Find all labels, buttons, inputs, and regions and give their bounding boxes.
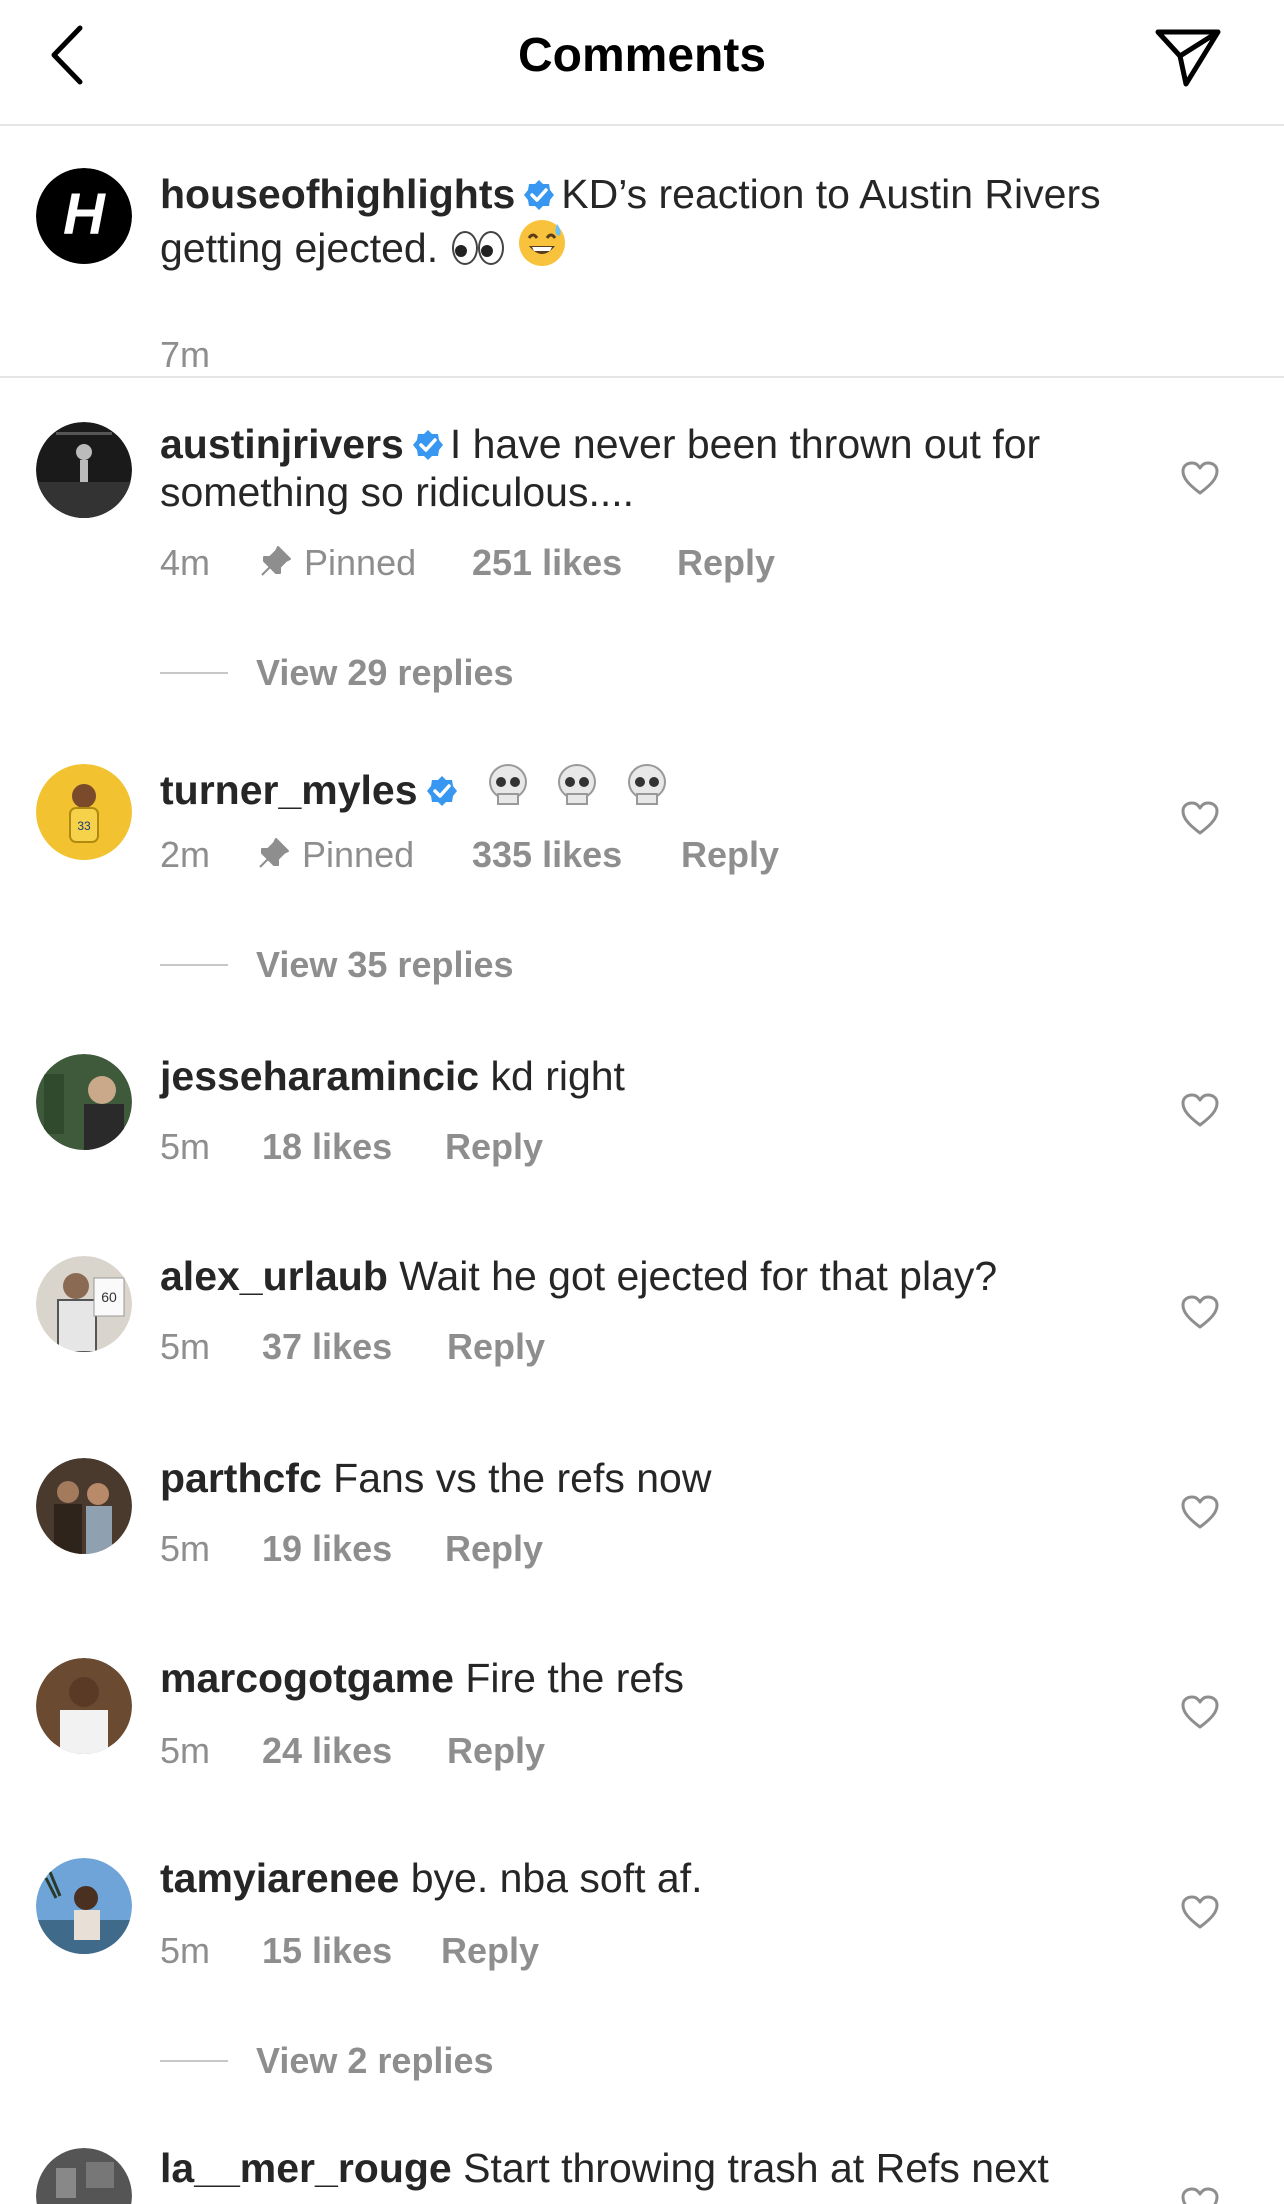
comment-body: bye. nba soft af. xyxy=(410,1855,703,1901)
comment-text: la__mer_rouge Start throwing trash at Re… xyxy=(160,2144,1170,2192)
caption-time: 7m xyxy=(160,334,211,375)
heart-icon[interactable] xyxy=(1180,800,1220,836)
heart-icon[interactable] xyxy=(1180,1294,1220,1330)
likes-count[interactable]: 335 likes xyxy=(472,834,622,876)
heart-icon[interactable] xyxy=(1180,1092,1220,1128)
skull-emoji-icon xyxy=(488,764,527,805)
caption-username[interactable]: houseofhighlights xyxy=(160,171,515,217)
comment-username[interactable]: marcogotgame xyxy=(160,1655,454,1701)
comment-time: 5m xyxy=(160,1528,211,1569)
heart-icon[interactable] xyxy=(1180,1694,1220,1730)
reply-button[interactable]: Reply xyxy=(447,1326,545,1368)
page-title: Comments xyxy=(517,29,767,82)
comment-time: 5m xyxy=(160,1326,211,1367)
comment-username[interactable]: tamyiarenee xyxy=(160,1855,399,1901)
view-replies-label: View 2 replies xyxy=(256,2040,494,2081)
avatar[interactable] xyxy=(36,1458,132,1554)
likes-count[interactable]: 19 likes xyxy=(262,1528,392,1570)
avatar[interactable] xyxy=(36,2148,132,2204)
pinned-label: Pinned xyxy=(258,542,416,584)
reply-button[interactable]: Reply xyxy=(441,1930,539,1972)
reply-button[interactable]: Reply xyxy=(445,1126,543,1168)
comment-username[interactable]: parthcfc xyxy=(160,1455,322,1501)
comment-time: 4m xyxy=(160,542,211,583)
header-bar: Comments xyxy=(0,0,1284,126)
avatar[interactable] xyxy=(36,1054,132,1150)
comment-body: Fans vs the refs now xyxy=(333,1455,712,1501)
avatar[interactable] xyxy=(36,1658,132,1754)
reply-button[interactable]: Reply xyxy=(677,542,775,584)
comment-body: kd right xyxy=(490,1053,625,1099)
likes-count[interactable]: 37 likes xyxy=(262,1326,392,1368)
verified-badge-icon xyxy=(412,430,443,460)
comment-text: parthcfc Fans vs the refs now xyxy=(160,1454,1170,1502)
comment-text: jesseharamincic kd right xyxy=(160,1052,1170,1100)
pin-icon xyxy=(261,546,291,576)
avatar[interactable]: 60 xyxy=(36,1256,132,1352)
verified-badge-icon xyxy=(524,180,555,210)
comment-username[interactable]: alex_urlaub xyxy=(160,1253,388,1299)
heart-icon[interactable] xyxy=(1180,1894,1220,1930)
comment-username[interactable]: austinjrivers xyxy=(160,421,404,467)
svg-text:33: 33 xyxy=(77,819,91,833)
reply-button[interactable]: Reply xyxy=(681,834,779,876)
skull-emoji-icon xyxy=(558,764,597,805)
heart-icon[interactable] xyxy=(1180,460,1220,496)
heart-icon[interactable] xyxy=(1180,1494,1220,1530)
comment-text: alex_urlaub Wait he got ejected for that… xyxy=(160,1252,1170,1300)
avatar[interactable] xyxy=(36,1858,132,1954)
svg-text:60: 60 xyxy=(101,1289,117,1305)
share-button[interactable] xyxy=(1150,22,1226,92)
replies-divider xyxy=(160,2060,228,2062)
comment-username[interactable]: jesseharamincic xyxy=(160,1053,479,1099)
comment-username[interactable]: turner_myles xyxy=(160,767,418,813)
comment-text: austinjrivers I have never been thrown ou… xyxy=(160,420,1170,516)
skull-emoji-icon xyxy=(627,764,666,805)
svg-text:H: H xyxy=(63,182,106,247)
caption-text: houseofhighlights KD’s reaction to Austin… xyxy=(160,170,1170,272)
comment-body: Start throwing trash at Refs next xyxy=(463,2145,1049,2191)
verified-badge-icon xyxy=(426,776,457,806)
comment-username[interactable]: la__mer_rouge xyxy=(160,2145,452,2191)
post-caption: H houseofhighlights KD’s reaction to Aust… xyxy=(0,128,1284,378)
comment-time: 2m xyxy=(160,834,211,875)
heart-icon[interactable] xyxy=(1180,2186,1220,2204)
comment-time: 5m xyxy=(160,1126,211,1167)
comment-text: marcogotgame Fire the refs xyxy=(160,1654,1170,1702)
replies-divider xyxy=(160,672,228,674)
likes-count[interactable]: 18 likes xyxy=(262,1126,392,1168)
comment-body: Fire the refs xyxy=(465,1655,685,1701)
avatar[interactable]: 33 xyxy=(36,764,132,860)
comment-time: 5m xyxy=(160,1930,211,1971)
reply-button[interactable]: Reply xyxy=(447,1730,545,1772)
view-replies-label: View 29 replies xyxy=(256,652,514,693)
view-replies-label: View 35 replies xyxy=(256,944,514,985)
comment-time: 5m xyxy=(160,1730,211,1771)
comment-text: turner_myles xyxy=(160,760,1170,814)
pin-icon xyxy=(259,838,289,868)
paper-plane-icon xyxy=(1155,29,1221,87)
pinned-label: Pinned xyxy=(256,834,414,876)
reply-button[interactable]: Reply xyxy=(445,1528,543,1570)
eyes-emoji-icon xyxy=(451,231,504,265)
likes-count[interactable]: 251 likes xyxy=(472,542,622,584)
comment-body: Wait he got ejected for that play? xyxy=(399,1253,998,1299)
avatar[interactable]: H xyxy=(36,168,132,264)
comment-text: tamyiarenee bye. nba soft af. xyxy=(160,1854,1170,1902)
likes-count[interactable]: 15 likes xyxy=(262,1930,392,1972)
likes-count[interactable]: 24 likes xyxy=(262,1730,392,1772)
avatar[interactable] xyxy=(36,422,132,518)
grinning-sweat-emoji-icon xyxy=(518,220,565,266)
replies-divider xyxy=(160,964,228,966)
